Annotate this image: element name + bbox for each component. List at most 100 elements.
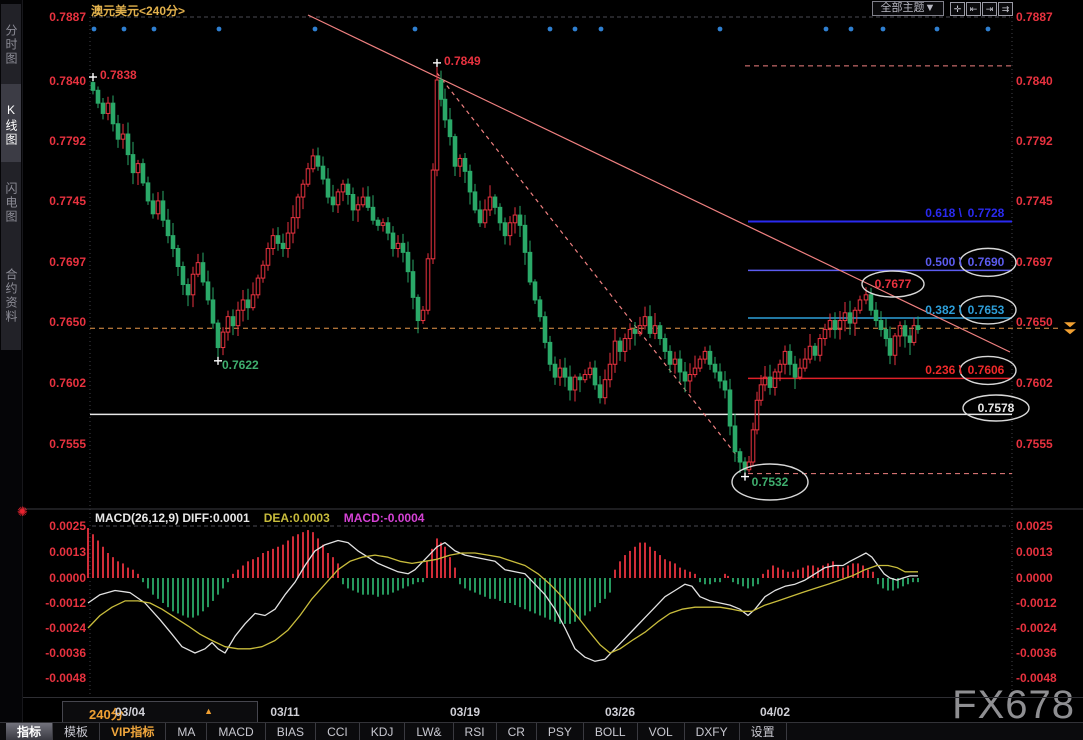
candle-body <box>497 206 503 224</box>
candle-body <box>507 222 513 237</box>
candle-body <box>857 299 863 311</box>
candle-body <box>572 376 578 391</box>
signal-dot <box>934 26 940 32</box>
candle-body <box>240 299 246 311</box>
candle-body <box>345 183 351 195</box>
candle-body <box>612 340 618 365</box>
candle-body <box>115 123 121 140</box>
signal-dot <box>216 26 222 32</box>
candle-body <box>657 325 663 340</box>
chart-canvas[interactable] <box>0 0 1083 739</box>
candle-body <box>662 338 668 352</box>
candle-body <box>687 374 693 382</box>
bottom-tab-VOL[interactable]: VOL <box>638 723 685 740</box>
candle-body <box>787 350 793 365</box>
candle-body <box>110 102 116 125</box>
macd-indicator-header: MACD(26,12,9) DIFF:0.0001 DEA:0.0003 MACD:… <box>95 511 438 525</box>
fib-ratio-label: 0.382 \ <box>925 302 962 317</box>
candle-body <box>552 363 558 378</box>
candle-body <box>290 217 296 234</box>
indicator-tab-bar: 指标 模板 VIP指标 MA MACD BIAS CCI KDJ LW& RSI CR PSY BOLL… <box>0 722 1083 740</box>
candle-body <box>410 271 416 298</box>
bottom-tab-MACD[interactable]: MACD <box>207 723 266 740</box>
chart-window: 分时图 K线图 闪电图 合约资料 ✺ 澳元美元<240分> 全部主题▼ 0.7887 0… <box>0 0 1083 740</box>
candle-body <box>602 379 608 399</box>
candle-body <box>130 154 136 174</box>
macd-axis-label-left: -0.0048 <box>45 671 86 685</box>
candle-body <box>777 363 783 373</box>
candle-body <box>135 163 141 174</box>
signal-dot <box>848 26 854 32</box>
candle-body <box>537 299 543 318</box>
candle-body <box>467 170 473 193</box>
candle-body <box>425 258 431 311</box>
candle-body <box>878 320 884 331</box>
candle-body <box>632 329 638 334</box>
theme-dropdown[interactable]: 全部主题▼ <box>872 1 944 16</box>
candle-body <box>235 309 241 327</box>
bottom-tab-MA[interactable]: MA <box>166 723 208 740</box>
fib-level-label: 0.500 \ 0.7690 <box>925 255 1010 269</box>
bottom-tab-RSI[interactable]: RSI <box>454 723 497 740</box>
price-axis-label-left: 0.7650 <box>49 315 86 329</box>
signal-dot <box>312 26 318 32</box>
candle-body <box>310 155 316 170</box>
macd-axis-label-left: -0.0024 <box>45 621 86 635</box>
dea-value-label: DEA:0.0003 <box>263 511 330 525</box>
bottom-tab-DXFY[interactable]: DXFY <box>685 723 740 740</box>
bottom-tab-CR[interactable]: CR <box>497 723 537 740</box>
macd-axis-label-left: 0.0000 <box>49 571 86 585</box>
price-axis-label-right: 0.7792 <box>1016 134 1053 148</box>
sidebar-tab-分时图[interactable]: 分时图 <box>1 4 21 86</box>
bottom-tab-模板[interactable]: 模板 <box>53 723 101 740</box>
candle-body <box>772 371 778 388</box>
price-axis-label-left: 0.7697 <box>49 255 86 269</box>
bottom-tab-指标[interactable]: 指标 <box>6 723 54 740</box>
bottom-tab-VIP指标[interactable]: VIP指标 <box>100 723 167 740</box>
date-axis-label: 03/26 <box>604 705 636 719</box>
bottom-tab-BIAS[interactable]: BIAS <box>266 723 317 740</box>
bottom-tab-PSY[interactable]: PSY <box>537 723 584 740</box>
candle-body <box>190 273 196 296</box>
candle-body <box>200 262 206 283</box>
candle-body <box>482 209 488 224</box>
axis-left-icon[interactable]: ⇤ <box>966 2 981 16</box>
macd-axis-label-left: -0.0036 <box>45 646 86 660</box>
sidebar-tab-闪电图[interactable]: 闪电图 <box>1 162 21 244</box>
candle-body <box>325 178 331 198</box>
timeframe-selector[interactable]: 240分 ▲ <box>62 701 258 723</box>
move-icon[interactable]: ✛ <box>950 2 965 16</box>
candle-body <box>430 169 436 260</box>
bottom-tab-CCI[interactable]: CCI <box>316 723 360 740</box>
candle-body <box>812 345 818 356</box>
sidebar-tab-合约资料[interactable]: 合约资料 <box>1 242 21 350</box>
candle-body <box>842 312 848 322</box>
candle-body <box>897 325 903 337</box>
bottom-tab-KDJ[interactable]: KDJ <box>360 723 406 740</box>
candle-body <box>758 384 764 401</box>
bottom-tab-设置[interactable]: 设置 <box>740 723 787 740</box>
macd-axis-label-right: 0.0025 <box>1016 519 1053 533</box>
candle-body <box>452 136 458 167</box>
macd-axis-label-right: -0.0024 <box>1016 621 1057 635</box>
candle-body <box>170 235 176 250</box>
candle-body <box>717 371 723 382</box>
pane-shift-icon[interactable]: ⇉ <box>998 2 1013 16</box>
candle-body <box>175 248 181 268</box>
candle-body <box>462 157 468 172</box>
candle-body <box>627 329 633 340</box>
macd-settings-icon[interactable]: ✺ <box>17 504 28 520</box>
candle-body <box>230 316 236 327</box>
candle-body <box>150 200 156 215</box>
sidebar-tab-K线图[interactable]: K线图 <box>1 84 21 166</box>
price-axis-label-right: 0.7745 <box>1016 194 1053 208</box>
candle-body <box>315 155 321 167</box>
candle-body <box>215 322 221 349</box>
bottom-tab-BOLL[interactable]: BOLL <box>584 723 638 740</box>
axis-right-icon[interactable]: ⇥ <box>982 2 997 16</box>
bottom-tab-LW&[interactable]: LW& <box>405 723 454 740</box>
macd-axis-label-left: 0.0025 <box>49 519 86 533</box>
price-axis-label-left: 0.7745 <box>49 194 86 208</box>
fib-price-label: 0.7606 <box>967 363 1005 378</box>
date-axis-label: 03/04 <box>114 705 146 719</box>
